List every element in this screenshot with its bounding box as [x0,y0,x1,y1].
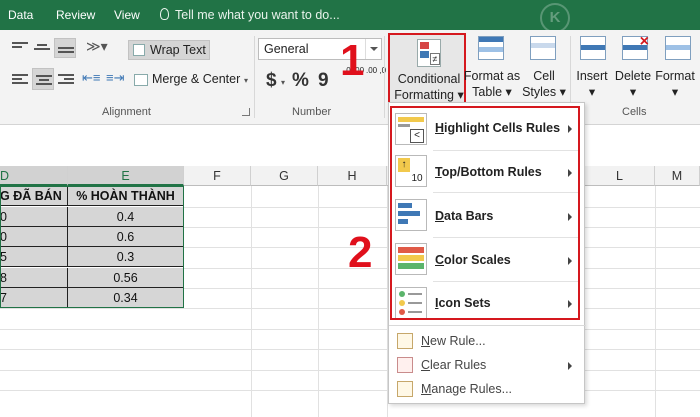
number-group-label: Number [292,106,332,118]
ribbon-tab-bar: Data Review View Tell me what you want t… [0,0,700,33]
grid-line [251,186,252,417]
alignment-launcher-icon[interactable] [242,108,250,116]
grid-line [0,370,700,371]
menu-item-manage-rules[interactable]: Manage Rules... [389,377,586,401]
align-right-icon[interactable] [58,74,74,86]
column-header-h[interactable]: H [318,166,387,186]
align-bottom-icon [58,47,74,59]
tell-me-search[interactable]: Tell me what you want to do... [160,8,340,22]
annotation-step-1: 1 [340,36,365,85]
align-left-icon[interactable] [12,74,28,86]
currency-dropdown-icon[interactable]: ▾ [281,78,285,87]
tab-view[interactable]: View [114,8,140,22]
cells-group-label: Cells [622,106,647,118]
grid-line [0,390,700,391]
highlight-box-menu [390,106,580,320]
menu-item-new-rule[interactable]: New Rule... [389,329,586,353]
align-middle-icon[interactable] [34,44,50,56]
column-header-e[interactable]: E [68,166,184,186]
merge-center-icon [134,74,148,86]
grid-line [0,329,700,330]
column-header-m[interactable]: M [655,166,700,186]
group-separator [384,36,385,118]
align-center-button[interactable] [32,68,54,90]
submenu-arrow-icon [568,362,572,370]
merge-dropdown-icon[interactable]: ▾ [244,76,248,85]
clear-rules-icon [397,357,413,373]
format-button[interactable]: Format ▾ [645,68,700,100]
watermark-logo: K [540,3,570,33]
column-header-f[interactable]: F [184,166,251,186]
format-as-table-button[interactable]: Format as Table ▾ [462,68,522,100]
column-header-d[interactable]: D [0,166,68,186]
group-separator [254,36,255,118]
cell-styles-icon [530,36,556,60]
new-rule-icon [397,333,413,349]
column-header-l[interactable]: L [585,166,655,186]
tab-review[interactable]: Review [56,8,95,22]
menu-divider [389,325,586,326]
alignment-group-label: Alignment [102,106,151,118]
delete-cells-icon: × [622,33,649,60]
align-center-icon [36,75,52,87]
manage-rules-icon [397,381,413,397]
wrap-text-icon [133,44,145,56]
conditional-formatting-button[interactable]: ≠ Conditional Formatting ▾ [388,33,466,107]
grid-line [0,308,700,309]
conditional-formatting-label2: Formatting ▾ [394,88,464,102]
orientation-icon[interactable]: ≫▾ [86,38,108,55]
chevron-down-icon [365,39,381,59]
conditional-formatting-icon: ≠ [417,39,441,67]
column-header-g[interactable]: G [251,166,318,186]
percent-button[interactable]: % [292,70,309,92]
lightbulb-icon [160,8,169,20]
insert-cells-icon [580,36,606,60]
selection-outline [0,186,184,308]
decrease-indent-icon[interactable]: ⇤≡ [82,70,100,86]
format-as-table-icon [478,36,504,60]
merge-center-button[interactable]: Merge & Center [152,72,240,86]
grid-line [655,186,656,417]
grid-line [318,186,319,417]
wrap-text-button[interactable]: Wrap Text [128,40,210,60]
align-top-icon[interactable] [12,42,28,54]
align-bottom-button[interactable] [54,38,76,58]
format-cells-icon [665,36,691,60]
increase-indent-icon[interactable]: ≡⇥ [106,70,124,86]
tab-data[interactable]: Data [8,8,33,22]
menu-item-clear-rules[interactable]: Clear Rules [389,353,586,377]
comma-button[interactable]: 9 [318,70,329,92]
annotation-step-2: 2 [348,228,373,277]
currency-button[interactable]: $ [266,70,277,92]
grid-line [0,349,700,350]
